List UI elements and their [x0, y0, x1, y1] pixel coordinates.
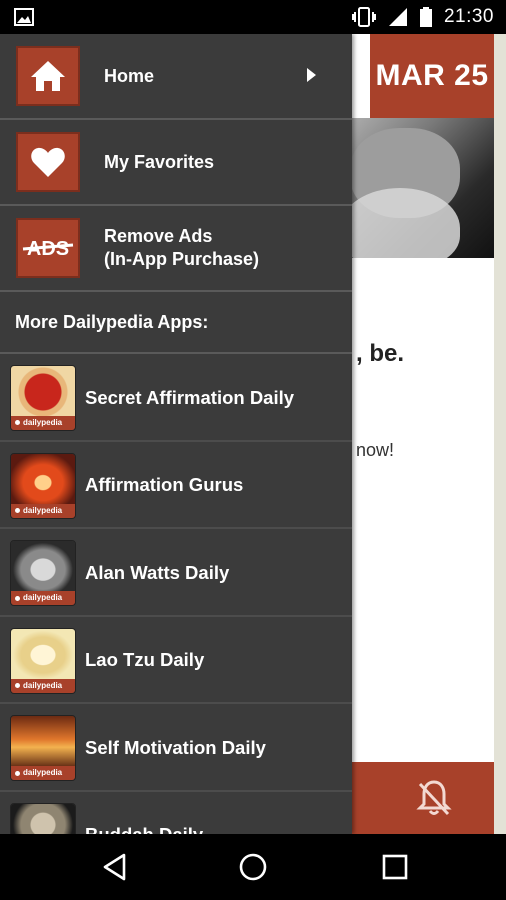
signal-icon: [388, 8, 407, 26]
quote-subtext: now!: [356, 440, 395, 460]
dailypedia-brand: dailypedia: [11, 678, 75, 693]
statue-image: [11, 803, 75, 834]
bell-off-icon[interactable]: [414, 778, 454, 818]
chevron-right-icon: [307, 68, 316, 82]
dailypedia-brand: dailypedia: [11, 591, 75, 606]
home-icon: [16, 46, 80, 106]
wax-seal-image: [11, 366, 75, 418]
sage-image: [11, 628, 75, 681]
menu-label-remove-ads: Remove Ads (In-App Purchase): [104, 225, 259, 271]
back-icon[interactable]: [100, 852, 130, 882]
menu-item-home[interactable]: Home: [0, 34, 352, 120]
notification-bar: [352, 762, 494, 834]
app-label: Alan Watts Daily: [85, 561, 230, 583]
app-item-self-motivation[interactable]: dailypedia Self Motivation Daily: [0, 704, 352, 792]
app-thumbnail: dailypedia: [10, 627, 76, 694]
author-photo: [330, 118, 494, 258]
battery-icon: [419, 7, 432, 27]
app-item-affirmation-gurus[interactable]: dailypedia Affirmation Gurus: [0, 442, 352, 530]
ads-strikethrough-icon: ADS: [16, 218, 80, 278]
menu-item-favorites[interactable]: My Favorites: [0, 120, 352, 206]
author-beard: [340, 188, 460, 258]
dailypedia-brand: dailypedia: [11, 766, 75, 781]
app-thumbnail: dailypedia: [10, 715, 76, 782]
quote-text: , be.: [356, 340, 405, 367]
system-nav-bar: [0, 834, 506, 900]
app-thumbnail: dailypedia: [10, 365, 76, 431]
glowing-heart-image: [11, 453, 75, 506]
app-item-secret-affirmation[interactable]: dailypedia Secret Affirmation Daily: [0, 354, 352, 442]
vibrate-icon: [351, 7, 376, 27]
app-label: Affirmation Gurus: [85, 474, 244, 496]
recents-icon[interactable]: [380, 852, 410, 882]
image-notification-icon: [14, 8, 34, 26]
app-item-lao-tzu[interactable]: dailypedia Lao Tzu Daily: [0, 617, 352, 705]
app-label: Self Motivation Daily: [85, 736, 266, 758]
section-header-more-apps: More Dailypedia Apps:: [0, 292, 352, 354]
app-thumbnail: [10, 802, 76, 834]
menu-label-favorites: My Favorites: [104, 151, 215, 172]
heart-icon: [16, 132, 80, 192]
app-label: Buddah Daily: [85, 792, 203, 834]
app-thumbnail: dailypedia: [10, 540, 76, 607]
sunset-image: [11, 716, 75, 769]
app-thumbnail: dailypedia: [10, 452, 76, 519]
home-nav-icon[interactable]: [238, 852, 268, 882]
app-item-buddha[interactable]: Buddah Daily: [0, 792, 352, 834]
date-badge: MAR 25: [370, 34, 494, 118]
menu-label-home: Home: [104, 65, 155, 86]
navigation-drawer: Home My Favorites ADS Remove Ads (In-App…: [0, 34, 352, 834]
app-label: Lao Tzu Daily: [85, 649, 205, 671]
status-time: 21:30: [443, 6, 494, 27]
app-label: Secret Affirmation Daily: [85, 386, 295, 408]
app-item-alan-watts[interactable]: dailypedia Alan Watts Daily: [0, 529, 352, 617]
remove-ads-line1: Remove Ads: [104, 226, 213, 246]
status-bar: 21:30: [0, 0, 506, 34]
portrait-image: [11, 541, 75, 594]
dailypedia-brand: dailypedia: [11, 416, 75, 430]
remove-ads-line2: (In-App Purchase): [104, 249, 260, 269]
dailypedia-brand: dailypedia: [11, 503, 75, 518]
menu-item-remove-ads[interactable]: ADS Remove Ads (In-App Purchase): [0, 206, 352, 292]
